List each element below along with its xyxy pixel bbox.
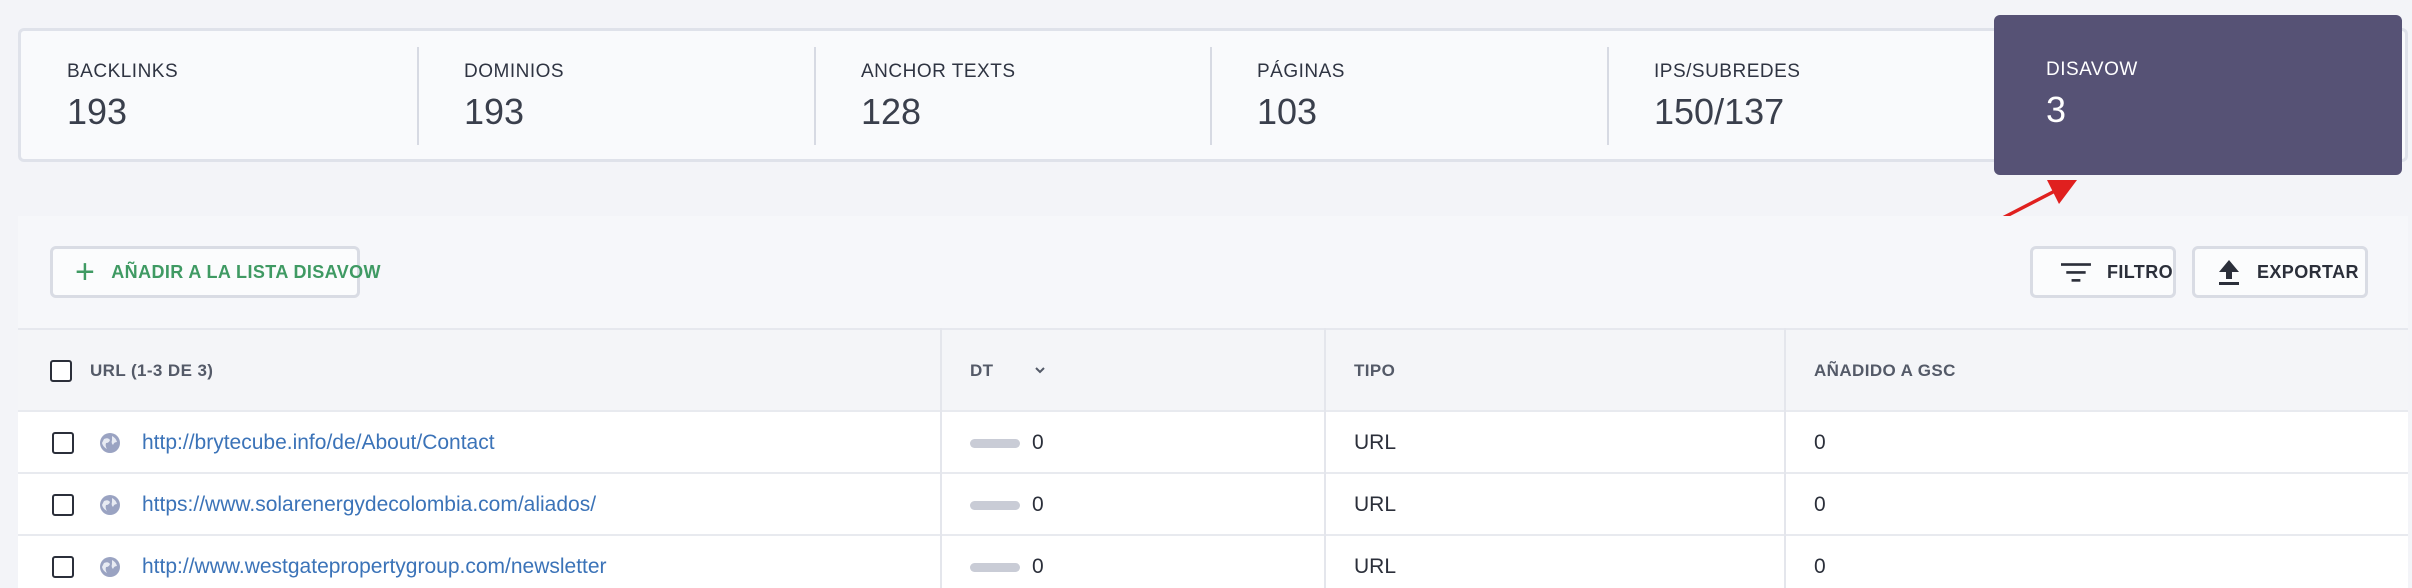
stat-paginas[interactable]: PÁGINAS 103 [1211, 31, 1344, 159]
url-cell: http://brytecube.info/de/About/Contact [98, 412, 495, 474]
stat-label: PÁGINAS [1257, 61, 1345, 82]
stat-label: DISAVOW [2046, 59, 2138, 80]
dt-cell: 0 [970, 474, 1044, 536]
column-header-dt[interactable]: DT [970, 330, 1047, 412]
column-header-gsc[interactable]: AÑADIDO A GSC [1814, 330, 1956, 412]
row-checkbox[interactable] [52, 474, 74, 536]
select-all-checkbox[interactable] [50, 330, 72, 412]
dt-value: 0 [1032, 493, 1044, 516]
stat-label: IPS/SUBREDES [1654, 61, 1801, 82]
table-toolbar: + AÑADIR A LA LISTA DISAVOW FILTRO EXPOR… [18, 216, 2408, 328]
stat-ips-subredes[interactable]: IPS/SUBREDES 150/137 [1608, 31, 1800, 159]
url-link[interactable]: http://brytecube.info/de/About/Contact [142, 431, 495, 455]
table-header: URL (1-3 DE 3) DT TIPO AÑADIDO A GSC [18, 328, 2408, 410]
chevron-down-icon [1035, 367, 1046, 374]
column-divider [940, 328, 942, 588]
row-checkbox[interactable] [52, 412, 74, 474]
stat-value: 3 [2046, 89, 2067, 130]
stat-label: DOMINIOS [464, 61, 565, 82]
stat-anchor-texts[interactable]: ANCHOR TEXTS 128 [815, 31, 1015, 159]
upload-icon [2219, 260, 2239, 285]
table-row: https://www.solarenergydecolombia.com/al… [18, 472, 2408, 534]
url-cell: http://www.westgatepropertygroup.com/new… [98, 536, 607, 588]
dt-value: 0 [1032, 555, 1044, 578]
dt-cell: 0 [970, 412, 1044, 474]
dt-bar [970, 562, 1020, 572]
gsc-cell: 0 [1814, 555, 1826, 578]
column-divider [1784, 328, 1786, 588]
dt-bar [970, 500, 1020, 510]
url-link[interactable]: http://www.westgatepropertygroup.com/new… [142, 555, 607, 579]
filter-label: FILTRO [2106, 261, 2173, 282]
globe-icon [100, 557, 120, 577]
plus-icon: + [75, 253, 96, 291]
column-divider [1324, 328, 1326, 588]
filter-lines-icon [2061, 263, 2091, 282]
tipo-cell: URL [1354, 431, 1397, 454]
stat-disavow[interactable]: DISAVOW 3 [1994, 15, 2402, 175]
row-checkbox[interactable] [52, 536, 74, 588]
dt-value: 0 [1032, 431, 1044, 454]
column-header-tipo[interactable]: TIPO [1354, 330, 1395, 412]
table-row: http://brytecube.info/de/About/Contact 0… [18, 410, 2408, 472]
stat-value: 193 [464, 91, 525, 132]
stat-value: 150/137 [1654, 91, 1785, 132]
stat-backlinks[interactable]: BACKLINKS 193 [21, 31, 178, 159]
gsc-cell: 0 [1814, 431, 1826, 454]
filter-button[interactable]: FILTRO [2030, 246, 2176, 298]
column-header-dt-label: DT [970, 361, 994, 380]
column-header-url[interactable]: URL (1-3 DE 3) [90, 330, 213, 412]
tipo-cell: URL [1354, 493, 1397, 516]
stat-value: 193 [67, 91, 128, 132]
export-button[interactable]: EXPORTAR [2192, 246, 2368, 298]
dt-cell: 0 [970, 536, 1044, 588]
globe-icon [100, 433, 120, 453]
gsc-cell: 0 [1814, 493, 1826, 516]
globe-icon [100, 495, 120, 515]
stat-label: ANCHOR TEXTS [861, 61, 1016, 82]
tipo-cell: URL [1354, 555, 1397, 578]
add-to-disavow-label: AÑADIR A LA LISTA DISAVOW [111, 261, 381, 282]
url-cell: https://www.solarenergydecolombia.com/al… [98, 474, 596, 536]
export-label: EXPORTAR [2257, 261, 2359, 282]
disavow-table-panel: + AÑADIR A LA LISTA DISAVOW FILTRO EXPOR… [18, 216, 2408, 588]
add-to-disavow-button[interactable]: + AÑADIR A LA LISTA DISAVOW [50, 246, 381, 298]
url-link[interactable]: https://www.solarenergydecolombia.com/al… [142, 493, 596, 517]
table-row: http://www.westgatepropertygroup.com/new… [18, 534, 2408, 588]
stat-label: BACKLINKS [67, 61, 179, 82]
dt-bar [970, 438, 1020, 448]
stat-value: 103 [1257, 91, 1318, 132]
stat-value: 128 [861, 91, 922, 132]
stat-dominios[interactable]: DOMINIOS 193 [418, 31, 564, 159]
